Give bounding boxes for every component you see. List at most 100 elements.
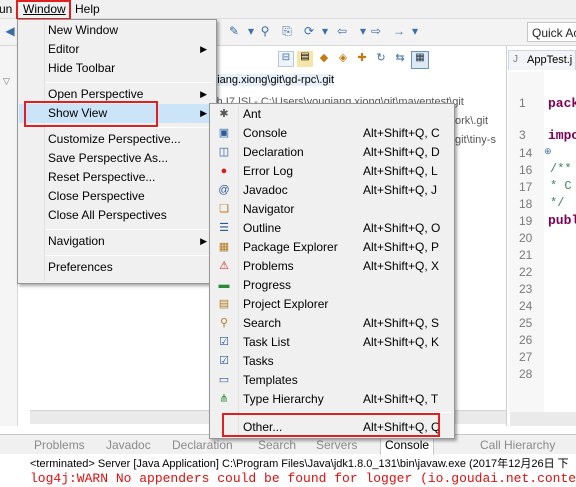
forward-arrow-icon[interactable]: ⇨: [369, 24, 383, 38]
line-number: 23: [519, 282, 533, 296]
console-icon: ▣: [218, 127, 230, 139]
view-menu-icon[interactable]: ▦: [411, 51, 429, 69]
view-item-progress[interactable]: ▬ Progress: [211, 276, 453, 295]
tab-call-hierarchy[interactable]: Call Hierarchy: [480, 438, 555, 452]
refresh-icon[interactable]: ↻: [373, 51, 389, 67]
line-number: 26: [519, 333, 533, 347]
line-number: 25: [519, 316, 533, 330]
console-status: <terminated> Server [Java Application] C…: [30, 458, 569, 470]
view-item-console[interactable]: ▣ Console Alt+Shift+Q, C: [211, 124, 453, 143]
line-number: 27: [519, 350, 533, 364]
view-item-declaration[interactable]: ◫ Declaration Alt+Shift+Q, D: [211, 143, 453, 162]
templates-icon: ▭: [218, 374, 230, 386]
navigator-icon: ❏: [219, 203, 229, 215]
tab-search[interactable]: Search: [258, 438, 296, 452]
view-item-templates[interactable]: ▭ Templates: [211, 371, 453, 390]
view-item-tasks[interactable]: ☑ Tasks: [211, 352, 453, 371]
dropdown-icon[interactable]: ▾: [244, 24, 258, 38]
view-item-label: Navigator: [243, 202, 295, 216]
menu-item-customize-perspective[interactable]: Customize Perspective...: [19, 130, 215, 149]
view-item-type-hierarchy[interactable]: ⋔ Type Hierarchy Alt+Shift+Q, T: [211, 390, 453, 409]
menu-help[interactable]: Help: [75, 2, 100, 16]
view-item-outline[interactable]: ☰ Outline Alt+Shift+Q, O: [211, 219, 453, 238]
package-explorer-icon: ▦: [218, 241, 230, 253]
forward-arrow-icon[interactable]: →: [392, 24, 406, 38]
menu-item-label: Save Perspective As...: [48, 151, 169, 165]
view-item-label: Project Explorer: [243, 297, 329, 311]
dropdown-icon[interactable]: ▾: [356, 24, 370, 38]
repo-path-selected[interactable]: uqiang.xiong\git\gd-rpc\.git: [205, 74, 335, 86]
wand-icon[interactable]: ✎: [227, 24, 241, 38]
view-item-project-explorer[interactable]: ▤ Project Explorer: [211, 295, 453, 314]
window-menu-highlight: [16, 0, 71, 20]
view-item-package-explorer[interactable]: ▦ Package Explorer Alt+Shift+Q, P: [211, 238, 453, 257]
view-item-search[interactable]: ⚲ Search Alt+Shift+Q, S: [211, 314, 453, 333]
quick-access-input[interactable]: Quick Ac: [527, 22, 576, 42]
dropdown-icon[interactable]: ▾: [408, 24, 422, 38]
tab-servers[interactable]: Servers: [316, 438, 357, 452]
pin-icon[interactable]: ⚲: [258, 24, 272, 38]
clone-icon[interactable]: ◈: [335, 51, 351, 67]
line-number: 3: [519, 128, 526, 142]
dropdown-icon[interactable]: ▾: [318, 24, 332, 38]
menu-item-new-window[interactable]: New Window: [19, 21, 215, 40]
code-line: * C: [550, 179, 572, 193]
menu-item-close-all-perspectives[interactable]: Close All Perspectives: [19, 206, 215, 225]
menu-item-editor[interactable]: Editor ▶: [19, 40, 215, 59]
code-line: impo: [548, 128, 576, 143]
tab-problems[interactable]: Problems: [34, 438, 85, 452]
view-item-shortcut: Alt+Shift+Q, T: [363, 392, 439, 406]
line-number: 24: [519, 299, 533, 313]
view-item-problems[interactable]: ⚠ Problems Alt+Shift+Q, X: [211, 257, 453, 276]
fold-icon[interactable]: ⊕: [544, 146, 566, 157]
line-number: 28: [519, 367, 533, 381]
repository-icon[interactable]: ◆: [316, 51, 332, 67]
code-line: pack: [548, 96, 576, 111]
view-item-label: Problems: [243, 259, 294, 273]
view-item-label: Javadoc: [243, 183, 288, 197]
repo-path[interactable]: git\tiny-s: [455, 134, 496, 146]
run-icon[interactable]: ◀: [3, 24, 17, 38]
tab-javadoc[interactable]: Javadoc: [106, 438, 151, 452]
view-item-shortcut: Alt+Shift+Q, L: [363, 164, 438, 178]
view-item-navigator[interactable]: ❏ Navigator: [211, 200, 453, 219]
menu-item-label: Reset Perspective...: [48, 170, 156, 184]
menu-item-close-perspective[interactable]: Close Perspective: [19, 187, 215, 206]
type-hierarchy-icon: ⋔: [219, 393, 229, 405]
menu-item-save-perspective[interactable]: Save Perspective As...: [19, 149, 215, 168]
repo-path[interactable]: ork\.git: [455, 115, 488, 127]
line-number: 16: [519, 163, 533, 177]
menu-item-label: Close All Perspectives: [48, 208, 167, 222]
menu-item-label: Editor: [48, 42, 80, 56]
sync-icon[interactable]: ⟳: [302, 24, 316, 38]
menu-separator: [46, 229, 213, 230]
tab-declaration[interactable]: Declaration: [172, 438, 233, 452]
menu-item-reset-perspective[interactable]: Reset Perspective...: [19, 168, 215, 187]
line-number: 18: [519, 197, 533, 211]
menu-item-label: Navigation: [48, 234, 105, 248]
view-item-javadoc[interactable]: @ Javadoc Alt+Shift+Q, J: [211, 181, 453, 200]
menu-item-navigation[interactable]: Navigation ▶: [19, 232, 215, 251]
javadoc-icon: @: [218, 184, 230, 196]
view-item-ant[interactable]: ✱ Ant: [211, 105, 453, 124]
view-item-task-list[interactable]: ☑ Task List Alt+Shift+Q, K: [211, 333, 453, 352]
view-item-label: Tasks: [243, 354, 274, 368]
view-item-error-log[interactable]: ● Error Log Alt+Shift+Q, L: [211, 162, 453, 181]
editor-tab[interactable]: J AppTest.j: [508, 50, 576, 70]
folder-icon[interactable]: ▤: [297, 51, 313, 67]
menu-item-preferences[interactable]: Preferences: [19, 258, 215, 277]
link-icon[interactable]: ⎘: [280, 24, 294, 38]
menu-run[interactable]: un: [0, 2, 12, 16]
show-view-highlight: [24, 101, 158, 127]
view-item-label: Templates: [243, 373, 298, 387]
link-with-selection-icon[interactable]: ⇆: [392, 51, 408, 67]
collapse-icon[interactable]: ▽: [3, 76, 10, 87]
view-item-label: Type Hierarchy: [243, 392, 324, 406]
collapse-all-icon[interactable]: ⊟: [278, 51, 294, 67]
left-view-strip: ▽: [0, 46, 18, 426]
menu-item-hide-toolbar[interactable]: Hide Toolbar: [19, 59, 215, 78]
back-arrow-icon[interactable]: ⇦: [335, 24, 349, 38]
submenu-arrow-icon: ▶: [200, 89, 207, 99]
add-repo-icon[interactable]: ✚: [354, 51, 370, 67]
editor-scrollbar[interactable]: [510, 412, 576, 426]
